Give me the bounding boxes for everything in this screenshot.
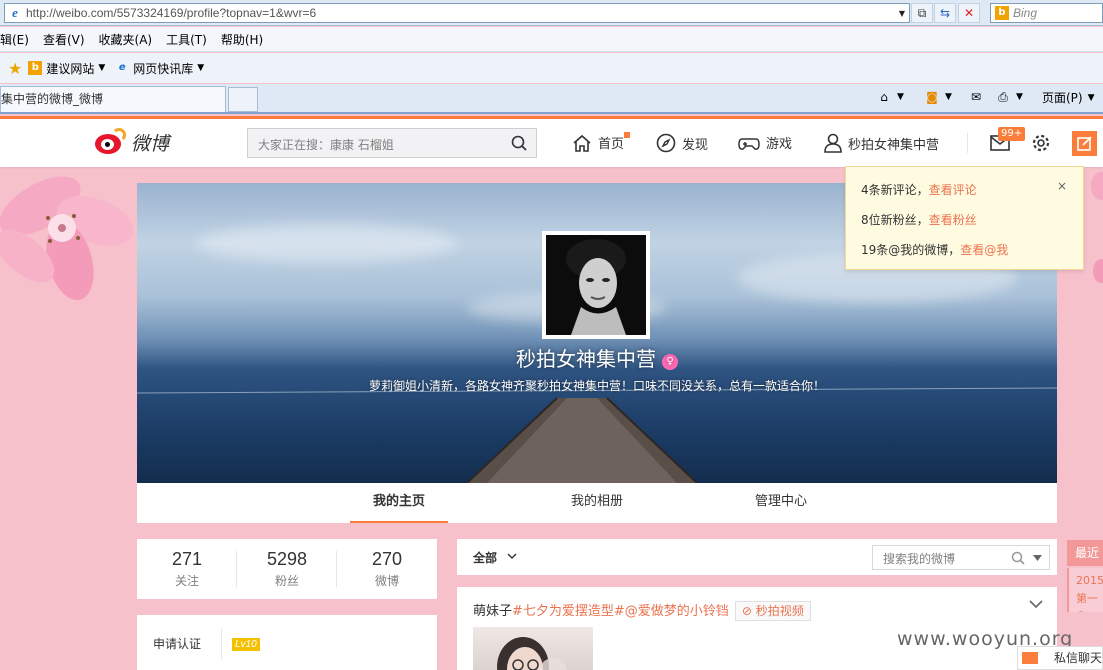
print-button[interactable]: ⎙ ▼: [995, 89, 1023, 105]
favorites-bar: ★ b 建议网站 ▼ e 网页快讯库 ▼: [0, 53, 1103, 83]
tab-my-album[interactable]: 我的相册: [547, 483, 647, 523]
page-menu[interactable]: 页面(P) ▼: [1042, 89, 1095, 106]
petal-decoration: [1091, 172, 1103, 283]
verify-card: 申请认证 Lv10: [137, 615, 437, 670]
ie-icon: e: [118, 62, 126, 73]
view-mentions-link[interactable]: 查看@我: [960, 243, 1008, 257]
view-comments-link[interactable]: 查看评论: [929, 183, 977, 197]
timeline-latest-button[interactable]: 最近: [1067, 540, 1103, 566]
tab-my-home[interactable]: 我的主页: [350, 483, 448, 523]
menu-view[interactable]: 查看(V): [43, 31, 85, 48]
post-text: 萌妹子#七夕为爱摆造型#@爱做梦的小铃铛 ⊘ 秒拍视频: [473, 600, 811, 621]
search-placeholder: 大家正在搜：康康 石榴姐: [258, 138, 394, 152]
view-fans-link[interactable]: 查看粉丝: [929, 213, 977, 227]
bing-icon: b: [28, 61, 43, 75]
address-dropdown-icon[interactable]: ▼: [895, 9, 909, 18]
private-chat-bar[interactable]: 私信聊天: [1017, 646, 1103, 670]
stat-posts[interactable]: 270 微博: [337, 549, 437, 589]
home-icon: [573, 134, 591, 152]
feeds-button[interactable]: ◙ ▼: [924, 89, 952, 105]
caret-down-icon[interactable]: [1033, 555, 1042, 561]
menu-edit[interactable]: 辑(E): [0, 31, 29, 48]
weibo-topbar: 微博 大家正在搜：康康 石榴姐 首页 发现 游戏 秒拍女神集中营 99+: [0, 119, 1103, 167]
notify-mentions: 19条@我的微博，查看@我: [861, 243, 1009, 257]
profile-tabs: 我的主页 我的相册 管理中心: [137, 483, 1057, 523]
close-icon[interactable]: ×: [1057, 179, 1067, 193]
notify-fans: 8位新粉丝，查看粉丝: [861, 213, 977, 227]
address-url[interactable]: http://weibo.com/5573324169/profile?topn…: [26, 6, 895, 20]
verified-badge-icon[interactable]: ♀: [662, 354, 678, 370]
unread-dot: [624, 132, 630, 138]
nav-profile[interactable]: 秒拍女神集中营: [824, 133, 939, 153]
timeline-item[interactable]: 2015 第一条: [1067, 568, 1103, 612]
profile-name: 秒拍女神集中营 ♀: [137, 343, 1057, 372]
address-bar[interactable]: e http://weibo.com/5573324169/profile?to…: [4, 3, 910, 23]
home-icon: ⌂: [880, 90, 888, 104]
chevron-down-icon[interactable]: [507, 551, 517, 561]
stop-button[interactable]: ✕: [958, 3, 980, 23]
nav-divider: [967, 133, 968, 153]
video-link[interactable]: ⊘ 秒拍视频: [734, 601, 811, 621]
search-icon[interactable]: [511, 135, 527, 151]
feed-filter-bar: 全部 搜索我的微博: [457, 539, 1057, 575]
menu-tools[interactable]: 工具(T): [166, 31, 207, 48]
stat-following[interactable]: 271 关注: [137, 549, 237, 589]
pencil-icon: [1077, 136, 1092, 151]
notify-comments: 4条新评论，查看评论: [861, 183, 977, 197]
favorites-star-icon[interactable]: ★: [8, 59, 22, 78]
rss-icon: ◙: [926, 90, 938, 104]
gear-icon[interactable]: [1031, 133, 1051, 153]
menu-help[interactable]: 帮助(H): [221, 31, 263, 48]
nav-discover[interactable]: 发现: [656, 133, 708, 153]
mail-icon: [1022, 652, 1038, 664]
menu-bar: 辑(E) 查看(V) 收藏夹(A) 工具(T) 帮助(H): [0, 27, 1103, 52]
gamepad-icon: [738, 137, 760, 150]
nav-home[interactable]: 首页: [572, 132, 630, 152]
bing-icon: b: [995, 6, 1009, 20]
tab-manage-center[interactable]: 管理中心: [731, 483, 831, 523]
profile-bio: 萝莉御姐小清新，各路女神齐聚秒拍女神集中营！口味不同没关系，总有一款适合你！: [368, 379, 825, 393]
notification-popup: 4条新评论，查看评论 8位新粉丝，查看粉丝 19条@我的微博，查看@我 ×: [845, 166, 1084, 270]
post-author[interactable]: 萌妹子: [473, 604, 512, 619]
search-icon[interactable]: [1011, 551, 1025, 565]
post-thumbnail[interactable]: [473, 627, 593, 670]
home-button[interactable]: ⌂ ▼: [876, 89, 904, 105]
fav-suggested-sites[interactable]: b 建议网站 ▼: [28, 60, 105, 77]
mail-icon: ✉: [970, 90, 982, 104]
new-tab-button[interactable]: [228, 87, 258, 112]
chevron-down-icon: ▼: [98, 63, 106, 73]
fav-web-slice[interactable]: e 网页快讯库 ▼: [115, 60, 204, 77]
compat-view-button[interactable]: ⧉: [911, 3, 933, 23]
weibo-eye-icon: [95, 128, 127, 156]
stats-card: 271 关注 5298 粉丝 270 微博: [137, 539, 437, 599]
message-badge: 99+: [998, 127, 1026, 141]
link-icon: ⊘: [741, 604, 756, 618]
search-engine-label: Bing: [1013, 6, 1038, 20]
compass-icon: [656, 133, 676, 153]
weibo-logo[interactable]: 微博: [95, 128, 169, 156]
level-badge[interactable]: Lv10: [232, 638, 260, 651]
refresh-button[interactable]: ⇆: [934, 3, 956, 23]
avatar[interactable]: [542, 231, 650, 339]
mail-button[interactable]: ✉: [968, 89, 984, 105]
feed-search-input[interactable]: 搜索我的微博: [872, 545, 1050, 570]
stat-followers[interactable]: 5298 粉丝: [237, 549, 337, 589]
browser-tab-active[interactable]: 集中营的微博_微博: [0, 86, 226, 112]
ie-icon: e: [12, 5, 18, 20]
chevron-down-icon[interactable]: [1029, 599, 1043, 609]
weibo-search-input[interactable]: 大家正在搜：康康 石榴姐: [247, 128, 537, 158]
chevron-down-icon: ▼: [197, 63, 205, 73]
nav-games[interactable]: 游戏: [738, 133, 792, 152]
apply-verify-link[interactable]: 申请认证: [153, 635, 201, 652]
compose-button[interactable]: [1072, 131, 1097, 156]
search-box[interactable]: b Bing: [990, 3, 1103, 23]
feed-filter-all[interactable]: 全部: [473, 549, 497, 566]
user-icon: [824, 133, 842, 153]
printer-icon: ⎙: [998, 90, 1008, 104]
address-bar-row: e http://weibo.com/5573324169/profile?to…: [0, 0, 1103, 26]
post-topic-link[interactable]: #七夕为爱摆造型#@爱做梦的小铃铛: [512, 604, 729, 619]
menu-favorites[interactable]: 收藏夹(A): [99, 31, 153, 48]
tab-bar: 集中营的微博_微博 ⌂ ▼ ◙ ▼ ✉ ⎙ ▼ 页面(P) ▼: [0, 84, 1103, 114]
flower-decoration: [0, 176, 134, 301]
